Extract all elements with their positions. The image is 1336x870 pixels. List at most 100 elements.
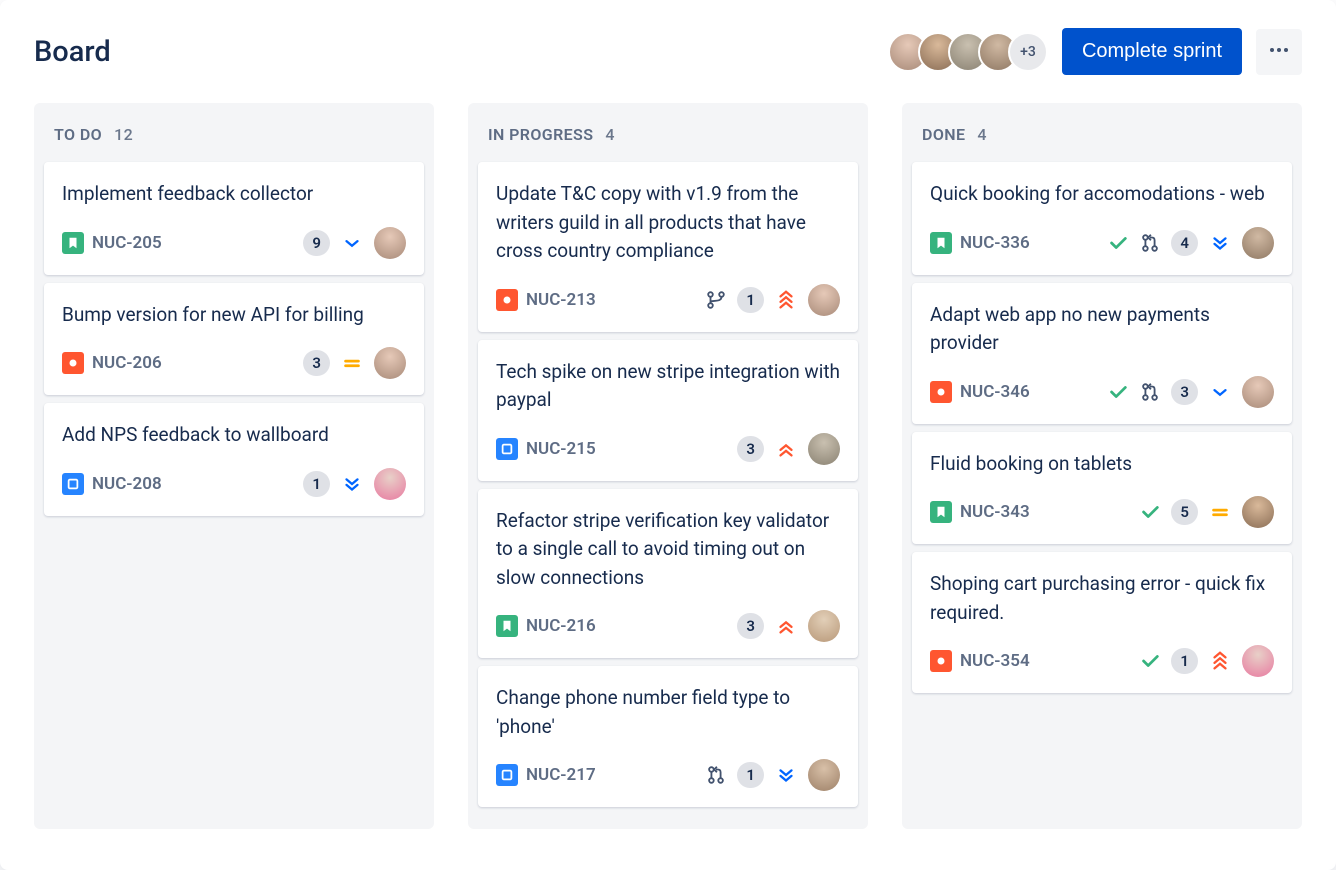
page-title: Board [34, 35, 111, 69]
issue-key-group: NUC-217 [496, 764, 596, 786]
issue-summary: Shoping cart purchasing error - quick fi… [930, 570, 1274, 627]
card-footer: NUC-336 4 [930, 227, 1274, 259]
issue-card[interactable]: Implement feedback collector NUC-205 9 [44, 162, 424, 275]
column-title: IN PROGRESS [488, 125, 593, 144]
board-header: Board +3 Complete sprint [34, 28, 1302, 75]
story-points-badge: 4 [1171, 230, 1198, 256]
pull-request-icon [1139, 232, 1161, 254]
assignee-avatar[interactable] [1242, 376, 1274, 408]
card-meta: 9 [303, 227, 406, 259]
done-check-icon [1139, 650, 1161, 672]
story-points-badge: 1 [737, 287, 764, 313]
card-meta: 3 [737, 610, 840, 642]
assignee-avatar[interactable] [1242, 227, 1274, 259]
story-points-badge: 5 [1171, 499, 1198, 525]
column-title: TO DO [54, 125, 102, 144]
done-check-icon [1107, 381, 1129, 403]
priority-high-icon [774, 437, 798, 461]
issue-summary: Tech spike on new stripe integration wit… [496, 358, 840, 415]
issue-summary: Adapt web app no new payments provider [930, 301, 1274, 358]
header-actions: +3 Complete sprint [888, 28, 1302, 75]
issue-card[interactable]: Change phone number field type to 'phone… [478, 666, 858, 807]
avatar-overflow[interactable]: +3 [1008, 32, 1048, 72]
issue-card[interactable]: Quick booking for accomodations - web NU… [912, 162, 1292, 275]
issue-key-group: NUC-354 [930, 650, 1030, 672]
issue-type-bug-icon [496, 289, 518, 311]
priority-medium-icon [340, 351, 364, 375]
more-actions-button[interactable] [1256, 29, 1302, 75]
assignee-avatar[interactable] [1242, 645, 1274, 677]
assignee-avatar[interactable] [374, 227, 406, 259]
card-footer: NUC-215 3 [496, 433, 840, 465]
priority-highest-icon [774, 288, 798, 312]
issue-summary: Quick booking for accomodations - web [930, 180, 1274, 209]
column-title: DONE [922, 125, 965, 144]
issue-key-group: NUC-215 [496, 438, 596, 460]
issue-card[interactable]: Update T&C copy with v1.9 from the write… [478, 162, 858, 332]
avatar-stack[interactable]: +3 [888, 32, 1048, 72]
assignee-avatar[interactable] [808, 610, 840, 642]
issue-type-story-icon [930, 232, 952, 254]
issue-card[interactable]: Fluid booking on tablets NUC-343 5 [912, 432, 1292, 545]
issue-key-group: NUC-208 [62, 473, 162, 495]
board-app: Board +3 Complete sprint TO DO12 Impleme… [0, 0, 1336, 870]
story-points-badge: 3 [303, 350, 330, 376]
assignee-avatar[interactable] [808, 433, 840, 465]
issue-key[interactable]: NUC-215 [526, 439, 596, 459]
card-footer: NUC-213 1 [496, 284, 840, 316]
assignee-avatar[interactable] [808, 759, 840, 791]
issue-key[interactable]: NUC-343 [960, 502, 1030, 522]
issue-key[interactable]: NUC-206 [92, 353, 162, 373]
column-header: DONE 4 [912, 117, 1292, 162]
card-footer: NUC-206 3 [62, 347, 406, 379]
issue-key[interactable]: NUC-217 [526, 765, 596, 785]
done-check-icon [1139, 501, 1161, 523]
assignee-avatar[interactable] [1242, 496, 1274, 528]
issue-key-group: NUC-213 [496, 289, 596, 311]
issue-card[interactable]: Add NPS feedback to wallboard NUC-208 1 [44, 403, 424, 516]
priority-medium-icon [1208, 500, 1232, 524]
issue-card[interactable]: Tech spike on new stripe integration wit… [478, 340, 858, 481]
board-column: DONE 4 Quick booking for accomodations - … [902, 103, 1302, 829]
assignee-avatar[interactable] [374, 468, 406, 500]
priority-lowest-icon [1208, 231, 1232, 255]
issue-type-task-icon [62, 473, 84, 495]
issue-summary: Update T&C copy with v1.9 from the write… [496, 180, 840, 266]
issue-key[interactable]: NUC-205 [92, 233, 162, 253]
priority-highest-icon [1208, 649, 1232, 673]
issue-card[interactable]: Shoping cart purchasing error - quick fi… [912, 552, 1292, 693]
issue-card[interactable]: Refactor stripe verification key validat… [478, 489, 858, 659]
priority-lowest-icon [340, 472, 364, 496]
issue-summary: Bump version for new API for billing [62, 301, 406, 330]
issue-key[interactable]: NUC-216 [526, 616, 596, 636]
issue-key-group: NUC-216 [496, 615, 596, 637]
assignee-avatar[interactable] [374, 347, 406, 379]
card-meta: 5 [1139, 496, 1274, 528]
board-columns: TO DO12 Implement feedback collector NUC… [34, 103, 1302, 829]
issue-key-group: NUC-205 [62, 232, 162, 254]
issue-type-story-icon [930, 501, 952, 523]
issue-key[interactable]: NUC-346 [960, 382, 1030, 402]
card-footer: NUC-208 1 [62, 468, 406, 500]
issue-key-group: NUC-206 [62, 352, 162, 374]
card-footer: NUC-217 1 [496, 759, 840, 791]
card-footer: NUC-216 3 [496, 610, 840, 642]
assignee-avatar[interactable] [808, 284, 840, 316]
issue-key[interactable]: NUC-354 [960, 651, 1030, 671]
issue-type-bug-icon [930, 381, 952, 403]
priority-high-icon [774, 614, 798, 638]
column-count: 4 [977, 125, 987, 144]
issue-type-story-icon [496, 615, 518, 637]
card-footer: NUC-343 5 [930, 496, 1274, 528]
card-meta: 1 [303, 468, 406, 500]
done-check-icon [1107, 232, 1129, 254]
issue-key[interactable]: NUC-213 [526, 290, 596, 310]
issue-key[interactable]: NUC-208 [92, 474, 162, 494]
issue-card[interactable]: Bump version for new API for billing NUC… [44, 283, 424, 396]
complete-sprint-button[interactable]: Complete sprint [1062, 28, 1242, 75]
issue-key[interactable]: NUC-336 [960, 233, 1030, 253]
card-meta: 3 [303, 347, 406, 379]
issue-summary: Fluid booking on tablets [930, 450, 1274, 479]
priority-low-icon [340, 231, 364, 255]
issue-card[interactable]: Adapt web app no new payments provider N… [912, 283, 1292, 424]
